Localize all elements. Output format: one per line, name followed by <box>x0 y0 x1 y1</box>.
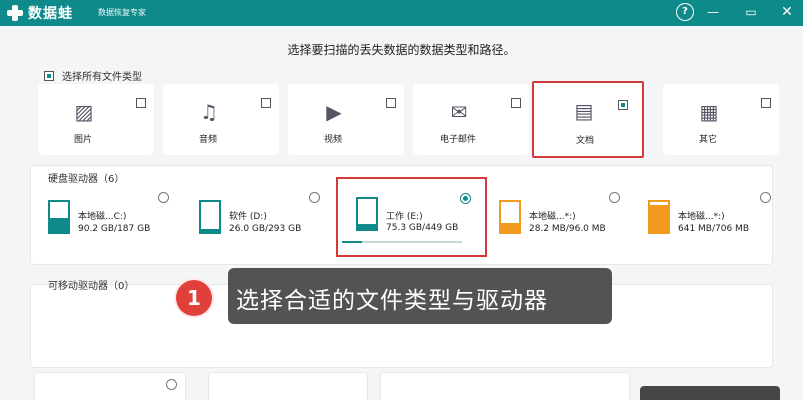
page-heading: 选择要扫描的丢失数据的数据类型和路径。 <box>287 43 516 57</box>
app-subtitle: 数据恢复专家 <box>98 8 146 17</box>
drive-item[interactable]: 软件 (D:) 26.0 GB/293 GB <box>181 188 331 260</box>
drive-size: 28.2 MB/96.0 MB <box>529 224 606 234</box>
app-name: 数据蛙 <box>28 6 73 22</box>
drive-name: 工作 (E:) <box>386 212 423 222</box>
drive-radio[interactable] <box>609 192 620 203</box>
file-type-card-image[interactable]: ▨ 图片 <box>38 84 154 155</box>
help-button[interactable]: ? <box>676 3 694 21</box>
bottom-card[interactable] <box>208 372 368 400</box>
video-icon: ▶ <box>326 100 342 124</box>
drive-radio[interactable] <box>460 193 471 204</box>
drive-size: 75.3 GB/449 GB <box>386 223 459 233</box>
callout-step-number: 1 <box>176 280 212 316</box>
title-bar: 数据蛙 数据恢复专家 ? — ▭ ✕ <box>0 0 803 26</box>
drive-size: 90.2 GB/187 GB <box>78 224 151 234</box>
checkbox[interactable] <box>511 98 521 108</box>
app-logo: 数据蛙 <box>6 3 73 23</box>
image-icon: ▨ <box>74 100 94 124</box>
document-icon: ▤ <box>574 99 594 123</box>
drive-icon <box>648 200 670 234</box>
checkbox[interactable] <box>261 98 271 108</box>
drive-size: 26.0 GB/293 GB <box>229 224 302 234</box>
file-type-card-audio[interactable]: ♫ 音频 <box>163 84 279 155</box>
drive-radio[interactable] <box>158 192 169 203</box>
drive-icon <box>48 200 70 234</box>
drive-name: 软件 (D:) <box>229 212 267 222</box>
select-all-checkbox[interactable]: 选择所有文件类型 <box>44 68 142 83</box>
file-type-label: 视频 <box>323 135 342 145</box>
file-type-label: 文档 <box>575 136 594 146</box>
drive-name: 本地磁...*:) <box>678 212 725 222</box>
drive-name: 本地磁...*:) <box>529 212 576 222</box>
checkbox[interactable] <box>618 100 628 110</box>
file-type-label: 电子邮件 <box>439 135 476 145</box>
file-type-card-document[interactable]: ▤ 文档 <box>532 81 644 158</box>
select-all-label: 选择所有文件类型 <box>62 72 142 83</box>
file-type-label: 图片 <box>73 135 92 145</box>
drive-icon <box>499 200 521 234</box>
drive-icon <box>356 197 378 231</box>
drive-item[interactable]: 本地磁...C:) 90.2 GB/187 GB <box>30 188 180 260</box>
music-icon: ♫ <box>200 100 218 124</box>
overlay-corner <box>640 386 780 400</box>
checkbox-icon <box>44 70 54 81</box>
mail-icon: ✉ <box>450 100 468 124</box>
checkbox[interactable] <box>386 98 396 108</box>
drive-radio[interactable] <box>309 192 320 203</box>
grid-icon: ▦ <box>699 100 719 124</box>
minimize-button[interactable]: — <box>704 3 722 21</box>
removable-drives-title: 可移动驱动器（0） <box>48 281 135 292</box>
drive-item-selected[interactable]: 工作 (E:) 75.3 GB/449 GB <box>336 177 487 257</box>
drive-item[interactable]: 本地磁...*:) 28.2 MB/96.0 MB <box>481 188 631 260</box>
bottom-card[interactable] <box>34 372 186 400</box>
file-type-card-email[interactable]: ✉ 电子邮件 <box>413 84 529 155</box>
checkbox[interactable] <box>761 98 771 108</box>
drive-usage-bar <box>342 241 462 243</box>
radio-button[interactable] <box>166 379 177 390</box>
file-type-label: 其它 <box>698 135 717 145</box>
drive-name: 本地磁...C:) <box>78 212 127 222</box>
drive-size: 641 MB/706 MB <box>678 224 749 234</box>
maximize-button[interactable]: ▭ <box>742 3 760 21</box>
drive-icon <box>199 200 221 234</box>
callout-overlay: 选择合适的文件类型与驱动器 <box>228 268 612 324</box>
file-type-label: 音频 <box>198 135 217 145</box>
callout-text: 选择合适的文件类型与驱动器 <box>236 288 548 314</box>
hard-drives-title: 硬盘驱动器（6） <box>48 174 125 185</box>
file-type-card-other[interactable]: ▦ 其它 <box>663 84 779 155</box>
drive-radio[interactable] <box>760 192 771 203</box>
close-button[interactable]: ✕ <box>778 3 796 21</box>
checkbox[interactable] <box>136 98 146 108</box>
plus-logo-icon <box>6 4 24 22</box>
bottom-card[interactable] <box>380 372 630 400</box>
drive-item[interactable]: 本地磁...*:) 641 MB/706 MB <box>630 188 780 260</box>
file-type-card-video[interactable]: ▶ 视频 <box>288 84 404 155</box>
